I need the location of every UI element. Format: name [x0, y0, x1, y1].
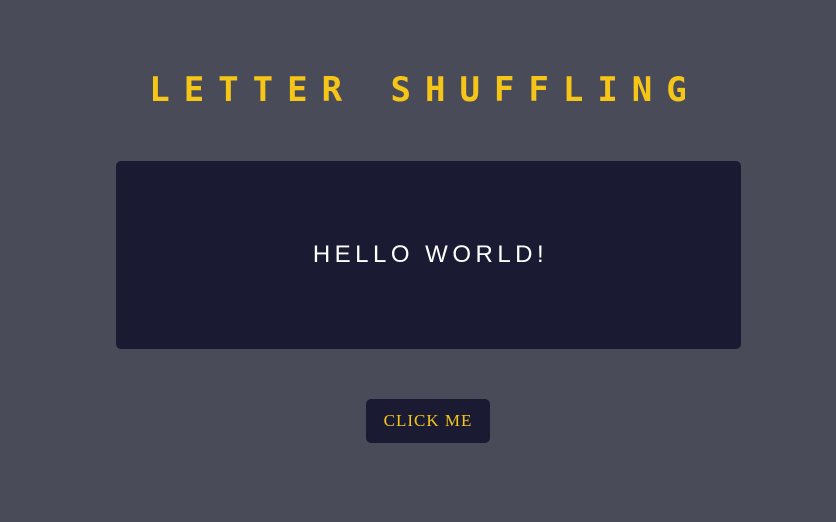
page-title: LETTER SHUFFLING — [149, 70, 701, 110]
click-me-button[interactable]: CLICK ME — [366, 399, 490, 443]
shuffle-display-panel: HELLO WORLD! — [116, 161, 741, 349]
shuffle-text: HELLO WORLD! — [312, 241, 549, 268]
